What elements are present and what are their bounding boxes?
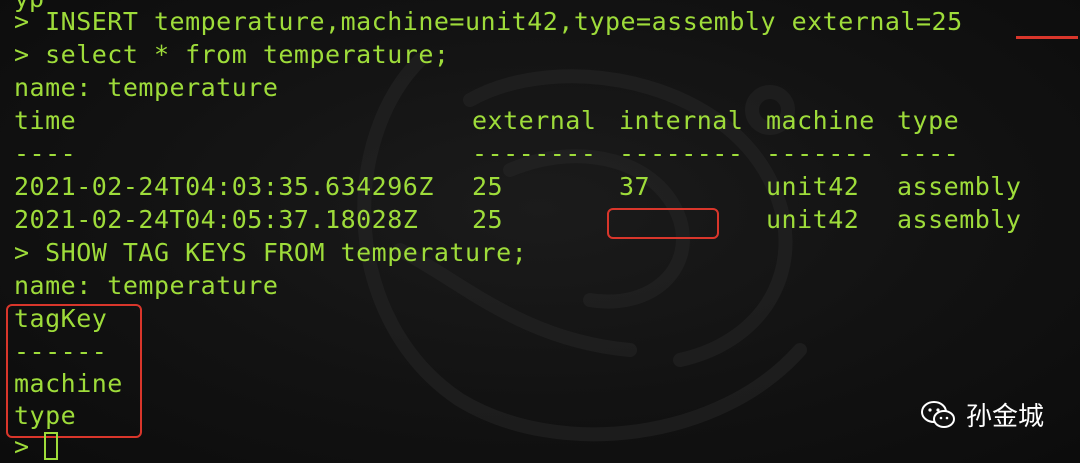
column-separator-external: -------- bbox=[472, 139, 597, 168]
brand-watermark: 孙金城 bbox=[920, 396, 1044, 433]
tagkey-highlight-box bbox=[6, 304, 142, 438]
column-header-external: external bbox=[472, 106, 597, 135]
input-prompt: > bbox=[14, 432, 30, 461]
result-name-line: name: temperature bbox=[14, 73, 279, 102]
column-separator-time: ---- bbox=[14, 139, 77, 168]
highlight-underline bbox=[1016, 36, 1078, 39]
table-cell-internal: 37 bbox=[619, 172, 651, 201]
column-header-internal: internal bbox=[619, 106, 744, 135]
column-header-machine: machine bbox=[766, 106, 875, 135]
column-separator-internal: -------- bbox=[619, 139, 744, 168]
column-header-time: time bbox=[14, 106, 77, 135]
table-cell-type: assembly bbox=[897, 172, 1022, 201]
wechat-icon bbox=[920, 400, 955, 428]
empty-internal-highlight-box bbox=[607, 208, 719, 239]
insert-command-line: > INSERT temperature,machine=unit42,type… bbox=[14, 7, 963, 36]
show-tag-keys-command-line: > SHOW TAG KEYS FROM temperature; bbox=[14, 238, 528, 267]
terminal-window: yp > INSERT temperature,machine=unit42,t… bbox=[0, 0, 1080, 463]
table-cell-type: assembly bbox=[897, 205, 1022, 234]
table-cell-external: 25 bbox=[472, 205, 504, 234]
table-cell-time: 2021-02-24T04:05:37.18028Z bbox=[14, 205, 419, 234]
table-cell-machine: unit42 bbox=[766, 172, 860, 201]
table-cell-machine: unit42 bbox=[766, 205, 860, 234]
result-name-line: name: temperature bbox=[14, 271, 279, 300]
column-separator-type: ---- bbox=[897, 139, 960, 168]
select-command-line: > select * from temperature; bbox=[14, 40, 450, 69]
text-cursor[interactable] bbox=[44, 432, 58, 460]
column-separator-machine: ------- bbox=[766, 139, 875, 168]
column-header-type: type bbox=[897, 106, 960, 135]
table-cell-time: 2021-02-24T04:03:35.634296Z bbox=[14, 172, 434, 201]
brand-name: 孙金城 bbox=[965, 402, 1044, 432]
table-cell-external: 25 bbox=[472, 172, 504, 201]
